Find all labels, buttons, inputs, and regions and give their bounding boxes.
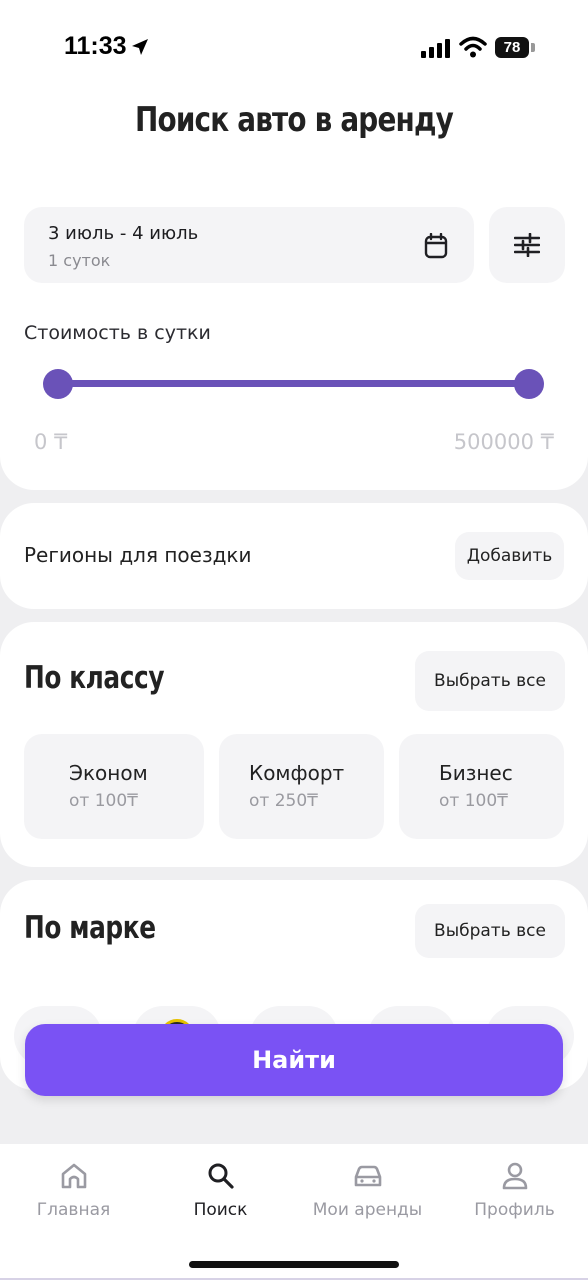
add-region-button[interactable]: Добавить	[455, 532, 564, 580]
class-option-economy[interactable]: Эконом от 100₸	[24, 734, 204, 839]
price-slider-min-thumb[interactable]	[43, 369, 73, 399]
filter-button[interactable]	[489, 207, 565, 283]
price-min-value: 0 ₸	[34, 430, 68, 454]
tab-my-rentals[interactable]: Мои аренды	[294, 1144, 441, 1244]
tab-label: Профиль	[474, 1200, 555, 1220]
tab-search[interactable]: Поиск	[147, 1144, 294, 1244]
class-section-title: По классу	[24, 660, 165, 696]
price-slider-track[interactable]	[58, 380, 530, 387]
search-icon	[208, 1163, 234, 1189]
rental-duration-text: 1 суток	[48, 251, 111, 270]
class-price: от 100₸	[69, 791, 138, 811]
class-option-comfort[interactable]: Комфорт от 250₸	[219, 734, 384, 839]
class-name: Бизнес	[439, 761, 513, 785]
select-all-classes-button[interactable]: Выбрать все	[415, 651, 565, 711]
price-slider-max-thumb[interactable]	[514, 369, 544, 399]
regions-label: Регионы для поездки	[24, 543, 252, 567]
status-bar: 11:33 78	[0, 0, 588, 90]
class-option-business[interactable]: Бизнес от 100₸	[399, 734, 564, 839]
brand-section-title: По марке	[24, 910, 156, 946]
price-per-day-label: Стоимость в сутки	[24, 322, 211, 344]
battery-indicator: 78	[495, 37, 529, 58]
class-name: Комфорт	[249, 761, 345, 785]
cellular-signal-icon	[421, 39, 450, 58]
home-indicator	[189, 1261, 399, 1268]
battery-tip	[531, 43, 535, 52]
calendar-icon	[424, 233, 448, 259]
home-icon	[61, 1163, 87, 1189]
class-price: от 100₸	[439, 791, 508, 811]
page-title: Поиск авто в аренду	[134, 100, 454, 140]
tab-label: Главная	[36, 1200, 111, 1220]
filter-sliders-icon	[514, 233, 540, 257]
class-name: Эконом	[69, 761, 148, 785]
select-all-brands-button[interactable]: Выбрать все	[415, 904, 565, 958]
tab-profile[interactable]: Профиль	[441, 1144, 588, 1244]
price-max-value: 500000 ₸	[453, 430, 554, 454]
class-price: от 250₸	[249, 791, 318, 811]
tab-home[interactable]: Главная	[0, 1144, 147, 1244]
find-button[interactable]: Найти	[25, 1024, 563, 1096]
profile-icon	[502, 1162, 528, 1190]
tab-label: Мои аренды	[312, 1200, 423, 1220]
car-icon	[354, 1165, 382, 1187]
bottom-tab-bar: Главная Поиск Мои аренды Профиль	[0, 1144, 588, 1280]
wifi-icon	[459, 36, 487, 58]
date-range-text: 3 июль - 4 июль	[48, 223, 199, 244]
tab-label: Поиск	[193, 1200, 248, 1220]
location-arrow-icon	[132, 39, 148, 55]
status-time: 11:33	[64, 32, 127, 60]
date-picker[interactable]: 3 июль - 4 июль 1 суток	[24, 207, 474, 283]
